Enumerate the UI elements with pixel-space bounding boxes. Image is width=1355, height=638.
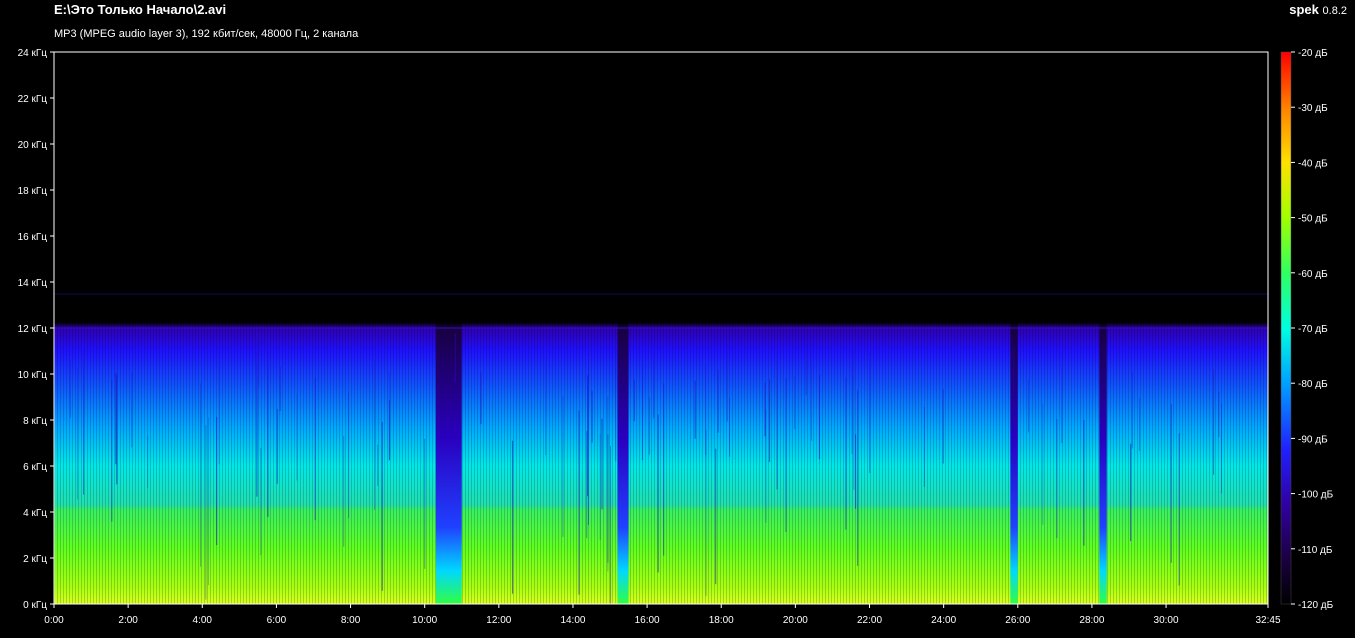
x-axis: 0:00 2:00 4:00 6:00 8:00 10:00 12:00 14:00 16:00… xyxy=(44,604,1281,626)
x-tick-label: 30:00 xyxy=(1154,615,1179,626)
colorbar-tick-label: -70 дБ xyxy=(1298,324,1328,335)
colorbar-tick-label: -120 дБ xyxy=(1298,600,1334,611)
x-tick-label: 16:00 xyxy=(635,615,660,626)
x-tick-label: 14:00 xyxy=(560,615,585,626)
y-tick-label: 14 кГц xyxy=(18,278,48,289)
colorbar-tick-label: -100 дБ xyxy=(1298,490,1334,501)
y-tick-label: 0 кГц xyxy=(23,600,47,611)
x-tick-label: 20:00 xyxy=(783,615,808,626)
spectrogram-texture xyxy=(54,320,1268,604)
y-tick-label: 18 кГц xyxy=(18,186,48,197)
x-tick-label: 2:00 xyxy=(118,615,138,626)
y-tick-label: 6 кГц xyxy=(23,462,47,473)
x-tick-label: 24:00 xyxy=(931,615,956,626)
colorbar-tick-label: -30 дБ xyxy=(1298,103,1328,114)
spek-window: E:\Это Только Начало\2.avi MP3 (MPEG aud… xyxy=(0,0,1355,638)
colorbar-tick-label: -50 дБ xyxy=(1298,214,1328,225)
colorbar-tick-label: -90 дБ xyxy=(1298,434,1328,445)
x-tick-label: 6:00 xyxy=(267,615,287,626)
y-axis: 0 кГц 2 кГц 4 кГц 6 кГц 8 кГц 10 кГц 12 кГц 14 … xyxy=(18,48,54,611)
y-tick-label: 24 кГц xyxy=(18,48,48,59)
x-tick-label: 4:00 xyxy=(193,615,213,626)
colorbar-tick-label: -60 дБ xyxy=(1298,269,1328,280)
x-tick-label: 10:00 xyxy=(412,615,437,626)
colorbar-gradient xyxy=(1281,52,1291,604)
x-tick-label: 28:00 xyxy=(1079,615,1104,626)
y-tick-label: 2 кГц xyxy=(23,554,47,565)
x-tick-label: 32:45 xyxy=(1255,615,1280,626)
x-tick-label: 22:00 xyxy=(857,615,882,626)
spectrogram-chart: 0 кГц 2 кГц 4 кГц 6 кГц 8 кГц 10 кГц 12 кГц 14 … xyxy=(18,48,1334,626)
y-tick-label: 10 кГц xyxy=(18,370,48,381)
x-tick-label: 26:00 xyxy=(1005,615,1030,626)
y-tick-label: 16 кГц xyxy=(18,232,48,243)
y-tick-label: 8 кГц xyxy=(23,416,47,427)
colorbar-tick-label: -40 дБ xyxy=(1298,158,1328,169)
y-tick-label: 4 кГц xyxy=(23,508,47,519)
x-tick-label: 12:00 xyxy=(486,615,511,626)
colorbar-tick-label: -20 дБ xyxy=(1298,48,1328,59)
colorbar-tick-label: -110 дБ xyxy=(1298,545,1333,556)
y-tick-label: 12 кГц xyxy=(18,324,48,335)
x-tick-label: 8:00 xyxy=(341,615,361,626)
colorbar: -20 дБ -30 дБ -40 дБ -50 дБ -60 дБ -70 дБ -80 … xyxy=(1280,48,1334,611)
y-tick-label: 22 кГц xyxy=(18,94,48,105)
y-tick-label: 20 кГц xyxy=(18,140,48,151)
colorbar-tick-label: -80 дБ xyxy=(1298,379,1328,390)
x-tick-label: 18:00 xyxy=(709,615,734,626)
x-tick-label: 0:00 xyxy=(44,615,64,626)
colorbar-axis: -20 дБ -30 дБ -40 дБ -50 дБ -60 дБ -70 дБ -80 … xyxy=(1291,48,1334,611)
spectrogram-area xyxy=(53,52,1268,604)
